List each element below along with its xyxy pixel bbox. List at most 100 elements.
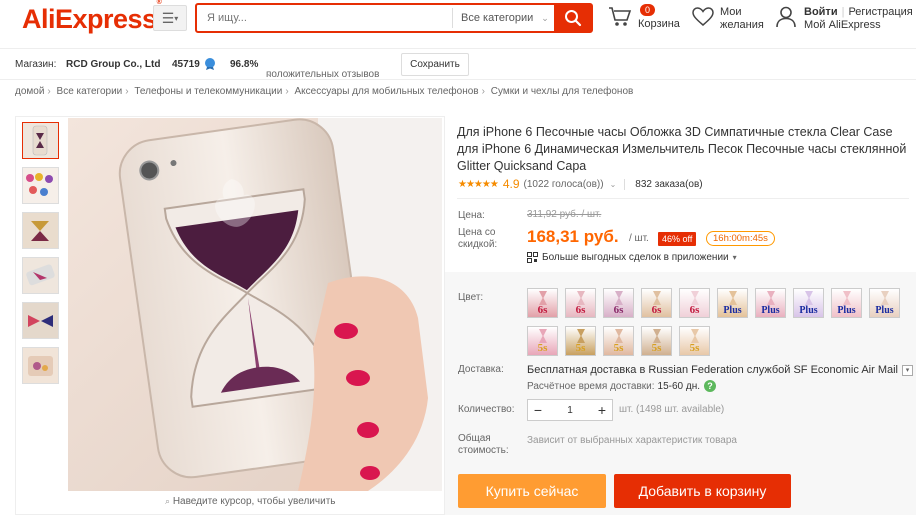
rating-stars: ★★★★★ (458, 178, 499, 190)
heart-icon (692, 7, 714, 26)
wishlist-link[interactable]: Мои желания (692, 4, 772, 36)
color-swatch[interactable]: 5s (641, 326, 672, 356)
search-box: Все категории⌄ (195, 3, 593, 33)
thumbnail[interactable] (22, 257, 59, 294)
swatch-model-label: 6s (651, 304, 662, 316)
color-swatch-list: 6s 6s 6s 6s 6s Plus Plus Plus Plus Plus 5s 5s 5s 5s 5s (527, 288, 907, 356)
thumbnail[interactable] (22, 302, 59, 339)
color-swatch[interactable]: Plus (831, 288, 862, 318)
chevron-down-icon: ▾ (901, 364, 913, 376)
original-price: 311,92 руб. / шт. (527, 209, 602, 220)
cart-icon (609, 7, 632, 26)
swatch-model-label: 5s (537, 342, 548, 354)
main-product-image[interactable] (68, 118, 442, 491)
positive-feedback-pct: 96.8% (230, 59, 259, 70)
decrease-quantity-button[interactable]: − (528, 400, 548, 420)
color-swatch[interactable]: 5s (565, 326, 596, 356)
help-icon[interactable]: ? (704, 380, 717, 392)
save-store-button[interactable]: Сохранить (401, 53, 469, 76)
thumbnail[interactable] (22, 212, 59, 249)
chevron-down-icon: ⌄ (609, 179, 617, 189)
breadcrumb-item[interactable]: Аксессуары для мобильных телефонов (294, 86, 478, 97)
discount-price: 168,31 руб. (527, 227, 619, 246)
quantity-available: шт. (1498 шт. available) (619, 404, 725, 415)
breadcrumb-item[interactable]: Телефоны и телекоммуникации (134, 86, 282, 97)
cart-link[interactable]: 0 Корзина (608, 4, 683, 36)
color-swatch[interactable]: 6s (641, 288, 672, 318)
thumbnail[interactable] (22, 167, 59, 204)
swatch-model-label: Plus (837, 305, 856, 316)
swatch-hourglass (691, 329, 699, 343)
swatch-model-label: Plus (723, 305, 742, 316)
signin-link[interactable]: Войти (804, 6, 838, 18)
swatch-model-label: 5s (613, 342, 624, 354)
quantity-stepper: − 1 + (527, 399, 613, 421)
add-to-cart-button[interactable]: Добавить в корзину (614, 474, 791, 508)
wishlist-label-2: желания (720, 19, 764, 31)
shipping-method[interactable]: Бесплатная доставка в Russian Federation… (527, 364, 913, 376)
color-swatch[interactable]: 5s (527, 326, 558, 356)
swatch-model-label: 6s (575, 304, 586, 316)
search-icon (564, 10, 581, 27)
delivery-time: 15-60 дн. (657, 380, 701, 392)
countdown-timer: 16h:00m:45s (706, 231, 775, 246)
votes-count[interactable]: (1022 голоса(ов)) ⌄ (524, 179, 617, 190)
price-label: Цена: (458, 210, 485, 221)
swatch-model-label: Plus (875, 305, 894, 316)
color-swatch[interactable]: Plus (869, 288, 900, 318)
store-name-link[interactable]: RCD Group Co., Ltd (66, 59, 160, 70)
swatch-hourglass (805, 291, 813, 305)
thumbnail[interactable] (22, 122, 59, 159)
per-unit: / шт. (629, 233, 649, 244)
cart-label: Корзина (638, 18, 680, 30)
categories-menu-button[interactable]: ☰ ▾ (153, 5, 187, 31)
search-input[interactable] (197, 5, 452, 31)
color-swatch[interactable]: 6s (679, 288, 710, 318)
swatch-hourglass (653, 291, 661, 305)
swatch-model-label: 6s (689, 304, 700, 316)
app-deals-link[interactable]: Больше выгодных сделок в приложении ▾ (527, 252, 737, 263)
color-swatch[interactable]: Plus (793, 288, 824, 318)
discount-price-label: Цена со скидкой: (458, 227, 498, 250)
buy-now-button[interactable]: Купить сейчас (458, 474, 606, 508)
increase-quantity-button[interactable]: + (592, 400, 612, 420)
medal-icon (204, 57, 216, 73)
search-category-select[interactable]: Все категории ⌄ (452, 8, 552, 28)
store-score[interactable]: 45719 (172, 59, 200, 70)
quantity-input[interactable]: 1 (548, 405, 592, 416)
swatch-hourglass (539, 329, 547, 343)
color-swatch[interactable]: Plus (755, 288, 786, 318)
store-bar: Магазин: RCD Group Co., Ltd 45719 96.8% … (0, 48, 916, 80)
chevron-down-icon: ▾ (732, 253, 737, 262)
color-swatch[interactable]: Plus (717, 288, 748, 318)
user-icon (776, 6, 796, 28)
discount-badge: 46% off (658, 232, 697, 246)
zoom-hint: ⌕ Наведите курсор, чтобы увеличить (165, 496, 336, 507)
register-link[interactable]: Регистрация (848, 6, 912, 18)
swatch-hourglass (729, 291, 737, 305)
breadcrumb-item[interactable]: Сумки и чехлы для телефонов (491, 86, 634, 97)
wishlist-label: Мои (720, 6, 742, 18)
color-label: Цвет: (458, 292, 484, 303)
thumbnail[interactable] (22, 347, 59, 384)
total-label: Общая стоимость: (458, 433, 509, 456)
breadcrumb-item[interactable]: домой (15, 86, 44, 97)
color-swatch[interactable]: 6s (603, 288, 634, 318)
swatch-hourglass (615, 291, 623, 305)
color-swatch[interactable]: 6s (527, 288, 558, 318)
aliexpress-logo[interactable]: AliExpress® (22, 0, 162, 35)
account-menu[interactable]: Войти | Регистрация Мой AliExpress (776, 4, 916, 36)
swatch-hourglass (767, 291, 775, 305)
swatch-model-label: Plus (799, 305, 818, 316)
color-swatch[interactable]: 6s (565, 288, 596, 318)
breadcrumb-item[interactable]: Все категории (57, 86, 123, 97)
orders-count: 832 заказа(ов) (624, 178, 703, 190)
color-swatch[interactable]: 5s (603, 326, 634, 356)
color-swatch[interactable]: 5s (679, 326, 710, 356)
my-aliexpress-link[interactable]: Мой AliExpress (804, 19, 913, 32)
chevron-down-icon: ⌄ (541, 13, 549, 23)
search-button[interactable] (554, 5, 591, 31)
swatch-model-label: 5s (575, 342, 586, 354)
cart-count-badge: 0 (640, 4, 656, 16)
swatch-hourglass (577, 291, 585, 305)
